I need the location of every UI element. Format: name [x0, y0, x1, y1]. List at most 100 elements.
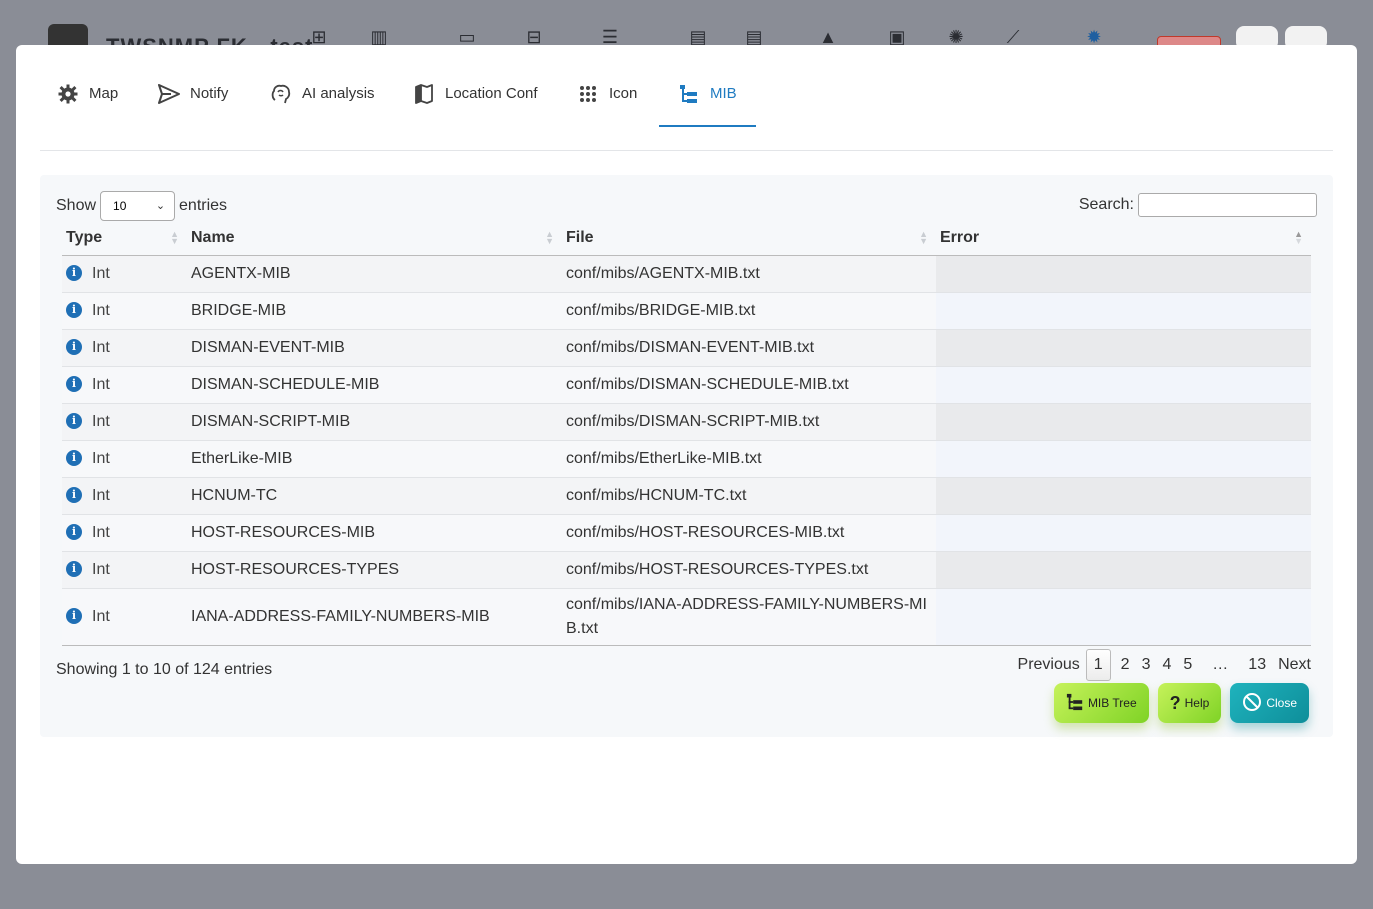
tree-icon — [1066, 693, 1084, 714]
tab-ai-analysis[interactable]: AI analysis — [270, 84, 375, 127]
name-cell: AGENTX-MIB — [187, 254, 562, 292]
entries-per-page-select[interactable]: 10 — [100, 191, 176, 221]
search-label: Search: — [1078, 196, 1134, 213]
name-cell: EtherLike-MIB — [187, 439, 562, 477]
pagination-page[interactable]: 5 — [1177, 649, 1198, 681]
error-cell — [936, 328, 1311, 366]
name-cell: BRIDGE-MIB — [187, 291, 562, 329]
mib-table: Type ▲ ▼ Name ▲ ▼ File ▲ ▼ Error ▲ ▼ i Int AGENTX… — [62, 221, 1311, 646]
search-control: Search: — [1079, 193, 1317, 217]
mib-tree-button[interactable]: MIB Tree — [1053, 683, 1149, 723]
type-cell: i Int — [62, 587, 187, 646]
pagination-ellipsis: … — [1212, 656, 1229, 673]
help-button[interactable]: ? Help — [1157, 683, 1222, 723]
error-cell — [936, 587, 1311, 646]
file-cell: conf/mibs/EtherLike-MIB.txt — [562, 439, 936, 477]
pagination-page[interactable]: 3 — [1136, 649, 1157, 681]
info-icon[interactable]: i — [66, 486, 82, 503]
table-row[interactable]: i Int DISMAN-SCRIPT-MIB conf/mibs/DISMAN-… — [62, 402, 1311, 440]
table-row[interactable]: i Int HOST-RESOURCES-TYPES conf/mibs/HOST… — [62, 550, 1311, 588]
error-cell — [936, 550, 1311, 588]
column-header-file[interactable]: File ▲ ▼ — [562, 221, 936, 256]
error-cell — [936, 439, 1311, 477]
table-row[interactable]: i Int HCNUM-TC conf/mibs/HCNUM-TC.txt — [62, 476, 1311, 514]
type-cell: i Int — [62, 328, 187, 366]
file-cell: conf/mibs/HCNUM-TC.txt — [562, 476, 936, 514]
grid-dots-icon — [577, 83, 599, 105]
pagination-page[interactable]: 13 — [1242, 649, 1272, 681]
length-label-pre: Show — [56, 197, 97, 214]
pagination-page[interactable]: 4 — [1156, 649, 1177, 681]
help-button-label: Help — [1184, 696, 1210, 710]
file-cell: conf/mibs/DISMAN-SCHEDULE-MIB.txt — [562, 365, 936, 403]
type-cell: i Int — [62, 365, 187, 403]
background-toolbar: TWSNMP FK - test ⊞ ▥ ▭ ⊟ ☰ ▤ ▤ ▲ ▣ ✺ ⟋ ✹ — [0, 0, 1373, 59]
calendar-alt-icon: ▤ — [745, 27, 763, 47]
tab-location-conf-label: Location Conf — [445, 85, 538, 102]
search-input[interactable] — [1138, 193, 1317, 217]
file-cell: conf/mibs/IANA-ADDRESS-FAMILY-NUMBERS-MI… — [562, 587, 936, 646]
file-cell: conf/mibs/AGENTX-MIB.txt — [562, 254, 936, 292]
type-cell: i Int — [62, 439, 187, 477]
column-header-name[interactable]: Name ▲ ▼ — [187, 221, 562, 256]
sort-icon: ▲ ▼ — [170, 229, 179, 246]
network-icon: ⊞ — [311, 27, 327, 47]
calendar-icon: ▤ — [689, 27, 707, 47]
info-icon[interactable]: i — [66, 375, 82, 392]
pagination-page[interactable]: 2 — [1115, 649, 1136, 681]
name-cell: HOST-RESOURCES-MIB — [187, 513, 562, 551]
type-cell: i Int — [62, 476, 187, 514]
column-header-error[interactable]: Error ▲ ▼ — [936, 221, 1311, 256]
table-row[interactable]: i Int DISMAN-EVENT-MIB conf/mibs/DISMAN-E… — [62, 328, 1311, 366]
table-info: Showing 1 to 10 of 124 entries — [56, 661, 273, 678]
gear-icon — [57, 83, 79, 105]
type-cell: i Int — [62, 254, 187, 292]
table-row[interactable]: i Int HOST-RESOURCES-MIB conf/mibs/HOST-R… — [62, 513, 1311, 551]
info-icon[interactable]: i — [66, 449, 82, 466]
file-cell: conf/mibs/DISMAN-SCRIPT-MIB.txt — [562, 402, 936, 440]
error-cell — [936, 513, 1311, 551]
error-cell — [936, 402, 1311, 440]
info-icon[interactable]: i — [66, 264, 82, 281]
name-cell: DISMAN-SCHEDULE-MIB — [187, 365, 562, 403]
tab-location-conf[interactable]: Location Conf — [413, 83, 538, 127]
file-cell: conf/mibs/BRIDGE-MIB.txt — [562, 291, 936, 329]
pagination-page-current[interactable]: 1 — [1085, 649, 1111, 681]
info-icon[interactable]: i — [66, 301, 82, 318]
pagination-next[interactable]: Next — [1272, 649, 1317, 681]
tab-mib[interactable]: MIB — [659, 85, 756, 127]
tab-ai-analysis-label: AI analysis — [302, 85, 375, 102]
table-row[interactable]: i Int AGENTX-MIB conf/mibs/AGENTX-MIB.txt — [62, 254, 1311, 292]
type-cell: i Int — [62, 402, 187, 440]
tab-notify[interactable]: Notify — [158, 84, 228, 127]
sort-icon: ▲ ▼ — [545, 229, 554, 246]
ban-icon — [1242, 692, 1262, 715]
table-body: i Int AGENTX-MIB conf/mibs/AGENTX-MIB.txt… — [62, 254, 1311, 646]
length-label-post: entries — [179, 197, 228, 214]
map-icon — [413, 83, 435, 105]
name-cell: IANA-ADDRESS-FAMILY-NUMBERS-MIB — [187, 587, 562, 646]
type-cell: i Int — [62, 550, 187, 588]
column-header-type[interactable]: Type ▲ ▼ — [62, 221, 187, 256]
info-icon[interactable]: i — [66, 338, 82, 355]
tab-icon[interactable]: Icon — [577, 85, 637, 127]
info-icon[interactable]: i — [66, 607, 82, 624]
info-icon[interactable]: i — [66, 523, 82, 540]
file-cell: conf/mibs/HOST-RESOURCES-TYPES.txt — [562, 550, 936, 588]
info-icon[interactable]: i — [66, 412, 82, 429]
info-icon[interactable]: i — [66, 560, 82, 577]
close-button[interactable]: Close — [1230, 683, 1309, 723]
tab-bar: Map Notify AI analysis Location Conf Ico… — [40, 45, 1333, 151]
table-row[interactable]: i Int EtherLike-MIB conf/mibs/EtherLike-M… — [62, 439, 1311, 477]
tab-mib-label: MIB — [710, 85, 737, 102]
chart-icon: ⟋ — [1006, 27, 1020, 47]
table-row[interactable]: i Int BRIDGE-MIB conf/mibs/BRIDGE-MIB.txt — [62, 291, 1311, 329]
table-row[interactable]: i Int IANA-ADDRESS-FAMILY-NUMBERS-MIB con… — [62, 587, 1311, 646]
sort-icon: ▲ ▼ — [919, 229, 928, 246]
tab-map[interactable]: Map — [57, 83, 118, 127]
laptop-icon: ▭ — [458, 27, 476, 47]
table-row[interactable]: i Int DISMAN-SCHEDULE-MIB conf/mibs/DISMA… — [62, 365, 1311, 403]
pagination-previous[interactable]: Previous — [1012, 649, 1086, 681]
file-cell: conf/mibs/HOST-RESOURCES-MIB.txt — [562, 513, 936, 551]
report-icon: ▣ — [888, 27, 906, 47]
